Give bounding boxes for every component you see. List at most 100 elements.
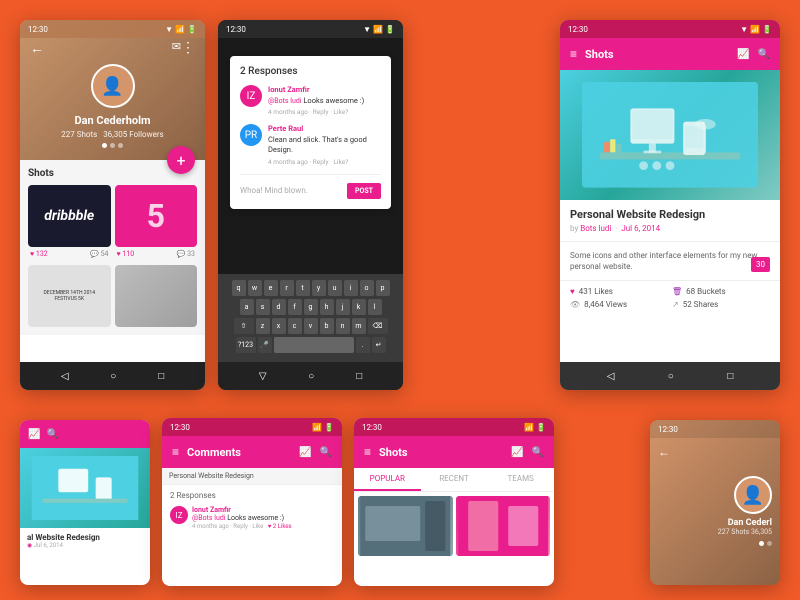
key-m[interactable]: m	[352, 318, 366, 334]
fab-add-button[interactable]: +	[167, 146, 195, 174]
status-bar-1: 12:30 ▼ 📶 🔋	[20, 20, 205, 38]
phone6-menu-icon[interactable]: ≡	[364, 445, 371, 459]
key-e[interactable]: e	[264, 280, 278, 296]
comments-card: 2 Responses IZ Ionut Zamfir @Bots ludi L…	[230, 56, 391, 209]
home-nav-3[interactable]: ○	[668, 371, 674, 382]
key-a[interactable]: a	[240, 299, 254, 315]
shot-stats-2: ♥ 110 💬 33	[115, 247, 198, 261]
key-y[interactable]: y	[312, 280, 326, 296]
key-n[interactable]: n	[336, 318, 350, 334]
key-r[interactable]: r	[280, 280, 294, 296]
key-s[interactable]: s	[256, 299, 270, 315]
heart-icon: ♥	[570, 287, 575, 296]
search-icon[interactable]: 🔍	[758, 49, 770, 60]
keyboard-row-2: a s d f g h j k l	[222, 299, 399, 315]
tab-recent[interactable]: RECENT	[421, 468, 488, 491]
back-nav-2[interactable]: ▽	[259, 371, 267, 382]
key-u[interactable]: u	[328, 280, 342, 296]
phone4-toolbar: 📈 🔍	[20, 420, 150, 448]
keyboard: q w e r t y u i o p a s d f g h j k l ⇧ …	[218, 274, 403, 362]
avatar: 👤	[91, 64, 135, 108]
more-icon[interactable]: ⋮	[181, 40, 195, 56]
key-numbers[interactable]: ?123	[236, 337, 256, 353]
mail-icon[interactable]: ✉	[172, 40, 181, 53]
responses-header: 2 Responses	[240, 66, 381, 77]
back-icon[interactable]: ←	[30, 40, 44, 57]
phone4-activity-icon[interactable]: 📈	[28, 429, 40, 440]
shot-thumb-2[interactable]: 5	[115, 185, 198, 247]
phone7-avatar: 👤	[734, 476, 772, 514]
post-button[interactable]: POST	[347, 183, 381, 199]
key-q[interactable]: q	[232, 280, 246, 296]
recents-nav-2[interactable]: □	[356, 371, 362, 382]
status-time-3: 12:30	[568, 25, 588, 34]
key-period[interactable]: .	[356, 337, 370, 353]
phone-shot-partial: 📈 🔍 al Website Redesign ◉ Jul 6, 2014	[20, 420, 150, 585]
status-bar-6: 12:30 📶 🔋	[354, 418, 554, 436]
mini-comment-body: Ionut Zamfir @Bots ludi Looks awesome :)…	[192, 506, 292, 530]
phone5-subtitle: Personal Website Redesign	[162, 468, 342, 485]
back-nav-icon[interactable]: ◁	[61, 371, 69, 382]
shot-author: by Bots ludi · Jul 6, 2014	[570, 224, 770, 233]
tab-teams[interactable]: TEAMS	[487, 468, 554, 491]
home-nav-icon[interactable]: ○	[110, 371, 116, 382]
key-d[interactable]: d	[272, 299, 286, 315]
mini-shot-2[interactable]	[456, 496, 551, 556]
key-x[interactable]: x	[272, 318, 286, 334]
key-c[interactable]: c	[288, 318, 302, 334]
key-enter[interactable]: ↵	[372, 337, 386, 353]
post-input[interactable]: Whoa! Mind blown.	[240, 186, 341, 195]
phone-profile: 12:30 ▼ 📶 🔋 ← ✉ ⋮ 👤 Dan Cederholm 227 Sh…	[20, 20, 205, 390]
key-mic[interactable]: 🎤	[258, 337, 272, 353]
key-shift[interactable]: ⇧	[234, 318, 254, 334]
phone6-search-icon[interactable]: 🔍	[532, 447, 544, 458]
key-w[interactable]: w	[248, 280, 262, 296]
menu-icon[interactable]: ≡	[570, 47, 577, 61]
shot-thumb-4[interactable]	[115, 265, 198, 327]
shot-info: Personal Website Redesign by Bots ludi ·…	[560, 200, 780, 242]
status-time-1: 12:30	[28, 25, 48, 34]
key-i[interactable]: i	[344, 280, 358, 296]
comment-text-2: Perte Raul Clean and slick. That's a goo…	[268, 124, 381, 156]
recents-nav-icon[interactable]: □	[158, 371, 164, 382]
key-j[interactable]: j	[336, 299, 350, 315]
key-h[interactable]: h	[320, 299, 334, 315]
key-k[interactable]: k	[352, 299, 366, 315]
key-g[interactable]: g	[304, 299, 318, 315]
key-b[interactable]: b	[320, 318, 334, 334]
phone6-title: Shots	[379, 446, 503, 459]
tab-popular[interactable]: POPULAR	[354, 468, 421, 491]
shares-stat: ↗ 52 Shares	[672, 300, 770, 309]
activity-icon[interactable]: 📈	[737, 49, 749, 60]
keyboard-row-1: q w e r t y u i o p	[222, 280, 399, 296]
key-o[interactable]: o	[360, 280, 374, 296]
key-f[interactable]: f	[288, 299, 302, 315]
shots-mini-grid	[354, 492, 554, 560]
key-backspace[interactable]: ⌫	[368, 318, 388, 334]
key-l[interactable]: l	[368, 299, 382, 315]
post-row: Whoa! Mind blown. POST	[240, 183, 381, 199]
key-space[interactable]	[274, 337, 354, 353]
profile-stats: 227 Shots 36,305 Followers	[61, 130, 163, 139]
phone7-back-icon[interactable]: ←	[658, 445, 670, 459]
key-v[interactable]: v	[304, 318, 318, 334]
key-t[interactable]: t	[296, 280, 310, 296]
phone4-search-icon[interactable]: 🔍	[46, 429, 58, 440]
festivus-text: DECEMBER 14TH 2014FESTIVUS 5K	[43, 290, 95, 303]
shot-thumb-1[interactable]: dribbble	[28, 185, 111, 247]
shot-thumb-3[interactable]: DECEMBER 14TH 2014FESTIVUS 5K	[28, 265, 111, 327]
back-nav-3[interactable]: ◁	[607, 371, 615, 382]
phone5-menu-icon[interactable]: ≡	[172, 445, 179, 459]
shots-tabs: POPULAR RECENT TEAMS	[354, 468, 554, 492]
key-z[interactable]: z	[256, 318, 270, 334]
profile-dots	[102, 143, 123, 148]
mini-shot-1[interactable]	[358, 496, 453, 556]
comment-item-1: IZ Ionut Zamfir @Bots ludi Looks awesome…	[240, 85, 381, 116]
phone5-search-icon[interactable]: 🔍	[320, 447, 332, 458]
home-nav-2[interactable]: ○	[308, 371, 314, 382]
phone6-activity-icon[interactable]: 📈	[511, 447, 523, 458]
phone5-activity-icon[interactable]: 📈	[299, 447, 311, 458]
recents-nav-3[interactable]: □	[727, 371, 733, 382]
mini-avatar-1: IZ	[170, 506, 188, 524]
key-p[interactable]: p	[376, 280, 390, 296]
